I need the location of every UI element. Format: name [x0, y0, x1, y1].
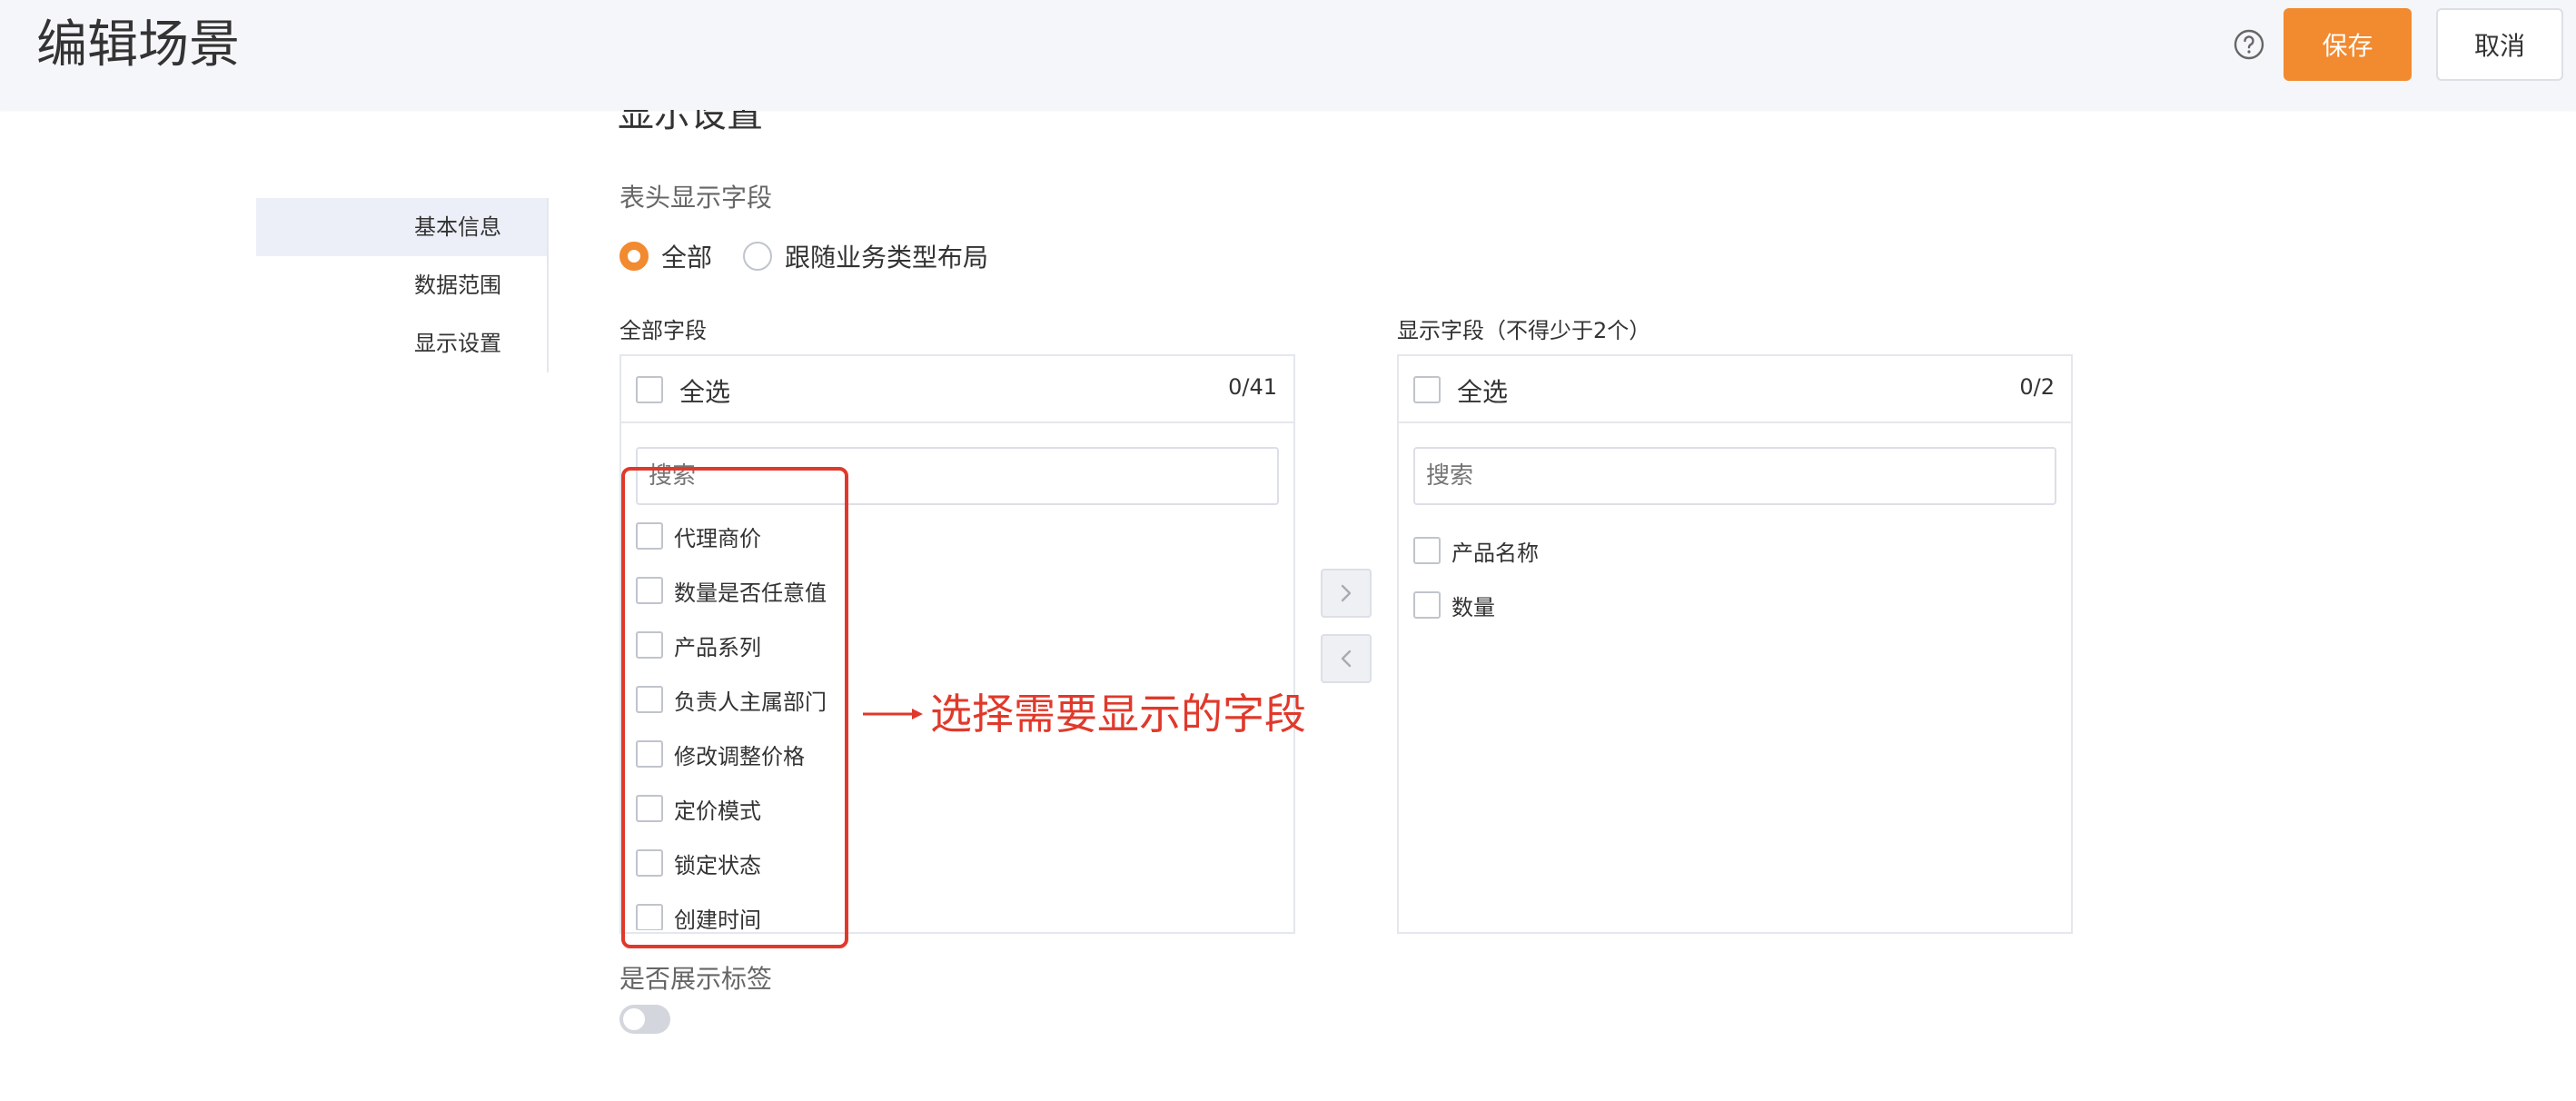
nav-item-display-settings[interactable]: 显示设置: [256, 314, 547, 372]
top-bar: 编辑场景 保存 取消: [0, 0, 2576, 110]
select-all-label-left: 全选: [679, 377, 731, 407]
chevron-left-icon: [1341, 650, 1352, 668]
item-label: 数量: [1451, 594, 1495, 620]
all-fields-title: 全部字段: [619, 318, 707, 343]
count-right: 0/2: [2019, 374, 2055, 400]
select-all-checkbox-right[interactable]: [1413, 376, 1441, 403]
radio-all-label: 全部: [661, 243, 713, 273]
nav-item-data-scope[interactable]: 数据范围: [256, 256, 547, 314]
chevron-right-icon: [1341, 584, 1352, 602]
annotation-highlight-box: [621, 467, 848, 948]
item-label: 产品名称: [1451, 540, 1539, 566]
page-title: 编辑场景: [36, 15, 240, 74]
move-right-button[interactable]: [1321, 569, 1372, 618]
toggle-knob: [623, 1008, 645, 1030]
settings-nav: 基本信息 数据范围 显示设置: [256, 198, 549, 372]
annotation-text: 选择需要显示的字段: [930, 689, 1306, 739]
count-left: 0/41: [1228, 374, 1277, 400]
tag-display-label: 是否展示标签: [619, 964, 773, 994]
nav-item-basic-info[interactable]: 基本信息: [256, 198, 547, 256]
item-checkbox[interactable]: [1413, 537, 1441, 564]
search-input-right[interactable]: [1413, 447, 2056, 505]
question-circle-icon[interactable]: [2233, 28, 2265, 61]
display-fields-panel-header: 全选 0/2: [1399, 356, 2071, 423]
list-item[interactable]: 产品名称: [1413, 534, 1539, 567]
radio-follow-layout-indicator[interactable]: [743, 242, 772, 271]
tag-display-toggle[interactable]: [619, 1005, 670, 1034]
radio-follow-layout[interactable]: 跟随业务类型布局: [743, 240, 988, 273]
arrow-right-icon: [863, 709, 923, 719]
display-fields-title: 显示字段（不得少于2个）: [1397, 318, 1651, 343]
radio-all-indicator[interactable]: [619, 242, 649, 271]
radio-follow-layout-label: 跟随业务类型布局: [785, 243, 989, 273]
all-fields-panel-header: 全选 0/41: [621, 356, 1293, 423]
select-all-label-right: 全选: [1457, 377, 1509, 407]
header-fields-label: 表头显示字段: [619, 183, 773, 213]
radio-all[interactable]: 全部: [619, 240, 712, 273]
select-all-checkbox-left[interactable]: [636, 376, 663, 403]
move-left-button[interactable]: [1321, 634, 1372, 683]
cancel-button[interactable]: 取消: [2436, 8, 2563, 81]
save-button[interactable]: 保存: [2284, 8, 2412, 81]
item-checkbox[interactable]: [1413, 591, 1441, 619]
list-item[interactable]: 数量: [1413, 589, 1495, 621]
display-fields-panel: 全选 0/2 产品名称 数量: [1397, 354, 2073, 934]
